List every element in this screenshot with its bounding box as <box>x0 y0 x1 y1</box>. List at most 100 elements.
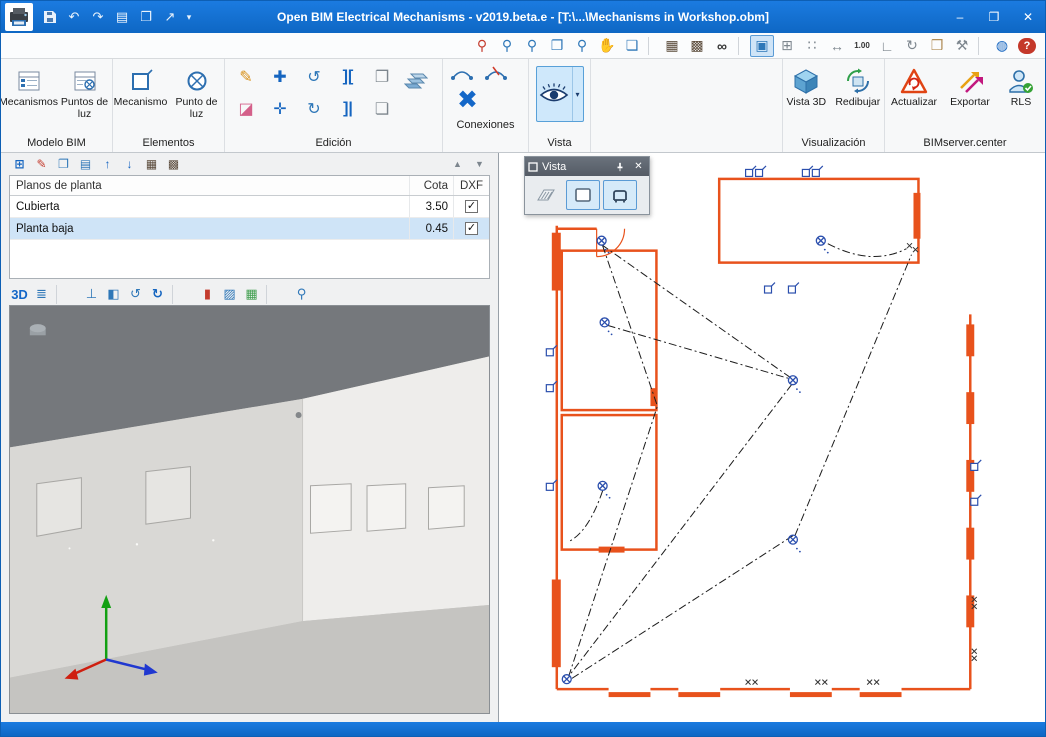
object-snap-icon[interactable]: ∷ <box>800 35 824 57</box>
furniture-toggle[interactable] <box>603 180 637 210</box>
save-button[interactable] <box>39 7 61 27</box>
edit-plan-icon[interactable]: ✎ <box>31 155 52 174</box>
mechanisms-table-icon <box>16 65 42 97</box>
help-icon[interactable]: ? <box>1018 38 1036 54</box>
background-grid-icon[interactable]: ▦ <box>241 285 262 304</box>
dxf-layers-icon[interactable]: ▩ <box>163 155 184 174</box>
ortho-icon[interactable]: ∟ <box>875 35 899 57</box>
mecanismos-button[interactable]: Mecanismos <box>2 62 56 112</box>
axes-icon[interactable]: ⊥ <box>81 285 102 304</box>
pan-icon[interactable]: ✋ <box>595 35 619 57</box>
delete-connections-button[interactable]: ✖ <box>449 83 486 117</box>
move-up-icon[interactable]: ↑ <box>97 155 118 174</box>
layers-icon[interactable]: ≣ <box>31 285 52 304</box>
scroll-down-button[interactable]: ▼ <box>469 155 490 174</box>
toolbar-button[interactable] <box>738 37 746 55</box>
zoom-extents-icon[interactable]: ⚲ <box>495 35 519 57</box>
maximize-button[interactable]: ❐ <box>977 1 1011 33</box>
zoom-out-icon[interactable]: ⚲ <box>520 35 544 57</box>
vista-dropdown-caret[interactable]: ▾ <box>572 67 583 121</box>
simetria-icon[interactable]: ][ <box>333 66 363 88</box>
walls-toggle[interactable] <box>566 180 600 210</box>
zoom-previous-icon[interactable]: ⚲ <box>470 35 494 57</box>
actualizar-button[interactable]: Actualizar <box>887 62 941 112</box>
floor-plans-table: Planos de planta Cota DXF Cubierta 3.50 … <box>9 175 490 279</box>
selection-window-icon[interactable]: ▣ <box>750 35 774 57</box>
undo-button[interactable]: ↶ <box>63 7 85 27</box>
plan-row[interactable]: Planta baja 0.45 ✓ <box>10 218 489 240</box>
orbit-icon[interactable]: ↺ <box>125 285 146 304</box>
minimize-button[interactable]: – <box>943 1 977 33</box>
puntos-de-luz-button[interactable]: Puntos de luz <box>58 62 112 123</box>
editar-icon[interactable]: ✎ <box>231 66 261 88</box>
toolbar-button[interactable] <box>266 285 287 304</box>
scale-icon[interactable]: 1.00 <box>850 35 874 57</box>
export-plan-icon[interactable]: ▤ <box>75 155 96 174</box>
asignar-plantas-button[interactable] <box>401 72 431 92</box>
toolbar-button[interactable] <box>978 37 986 55</box>
edit-section-icon[interactable]: ▨ <box>219 285 240 304</box>
simetria-copia-icon[interactable]: ]| <box>333 98 363 120</box>
regenerate-icon[interactable]: ↻ <box>147 285 168 304</box>
section-plane-icon[interactable]: ▮ <box>197 285 218 304</box>
palette-close-button[interactable]: ✕ <box>631 159 646 174</box>
pin-icon[interactable] <box>612 159 627 174</box>
previous-window-icon[interactable]: ❏ <box>620 35 644 57</box>
girar-copia-icon[interactable]: ↻ <box>299 98 329 120</box>
disconnection-icon <box>484 65 508 81</box>
copy-view-icon[interactable]: ❐ <box>545 35 569 57</box>
vista-palette-titlebar[interactable]: Vista ✕ <box>525 157 649 176</box>
grid-icon[interactable]: ⊞ <box>775 35 799 57</box>
close-button[interactable]: ✕ <box>1011 1 1045 33</box>
rls-button[interactable]: RLS <box>999 62 1043 112</box>
mecanismo-button[interactable]: Mecanismo <box>114 62 168 112</box>
toolbar-button[interactable] <box>648 37 656 55</box>
binoculars-icon[interactable]: ∞ <box>710 35 734 57</box>
zoom-sheet-icon[interactable]: ⚲ <box>570 35 594 57</box>
plan-row[interactable]: Cubierta 3.50 ✓ <box>10 196 489 218</box>
girar-icon[interactable]: ↺ <box>299 66 329 88</box>
mover-grupo-icon[interactable]: ✚ <box>265 66 295 88</box>
palette-title: Vista <box>542 161 608 173</box>
dxf-checkbox[interactable]: ✓ <box>465 222 478 235</box>
vista-toggle-button[interactable]: ▾ <box>536 66 584 122</box>
punto-de-luz-button[interactable]: Punto de luz <box>170 62 224 123</box>
copiar-icon[interactable]: ❏ <box>367 98 397 120</box>
rotate-view-icon[interactable]: ↻ <box>900 35 924 57</box>
add-plan-icon[interactable]: ⊞ <box>9 155 30 174</box>
capture-button[interactable]: ▤ <box>111 7 133 27</box>
plan-canvas[interactable] <box>499 153 1045 722</box>
view-3d-icon[interactable]: 3D <box>9 285 30 304</box>
dxf-template-icon[interactable]: ▦ <box>660 35 684 57</box>
app-icon[interactable] <box>5 3 33 31</box>
share-button[interactable]: ↗ <box>159 7 181 27</box>
dxf-layers-icon[interactable]: ▩ <box>685 35 709 57</box>
redo-button[interactable]: ↷ <box>87 7 109 27</box>
exportar-button[interactable]: Exportar <box>943 62 997 112</box>
bimserver-web-icon[interactable]: ◍ <box>990 35 1014 57</box>
share-menu-caret[interactable]: ▾ <box>183 7 195 27</box>
sheets-icon[interactable]: ❒ <box>925 35 949 57</box>
toolbar-button[interactable] <box>56 285 77 304</box>
move-down-icon[interactable]: ↓ <box>119 155 140 174</box>
dxf-checkbox[interactable]: ✓ <box>465 200 478 213</box>
disconnect-button[interactable] <box>483 63 509 83</box>
connect-button[interactable] <box>449 63 475 83</box>
light-points-table-icon <box>72 65 98 97</box>
borrar-icon[interactable]: ◪ <box>231 98 261 120</box>
views-button[interactable]: ❐ <box>135 7 157 27</box>
viewport-3d[interactable] <box>9 305 490 714</box>
tools-icon[interactable]: ⚒ <box>950 35 974 57</box>
copy-plan-icon[interactable]: ❐ <box>53 155 74 174</box>
dxf-template-icon[interactable]: ▦ <box>141 155 162 174</box>
mover-icon[interactable]: ✛ <box>265 98 295 120</box>
roof-toggle[interactable] <box>529 180 563 210</box>
scroll-up-button[interactable]: ▲ <box>447 155 468 174</box>
redibujar-button[interactable]: Redibujar <box>832 62 884 112</box>
zoom-window-icon[interactable]: ⚲ <box>291 285 312 304</box>
copiar-planta-icon[interactable]: ❐ <box>367 66 397 88</box>
toolbar-button[interactable] <box>172 285 193 304</box>
vista-3d-button[interactable]: Vista 3D <box>783 62 830 112</box>
shaded-view-icon[interactable]: ◧ <box>103 285 124 304</box>
dimension-icon[interactable]: ↔ <box>825 35 849 57</box>
